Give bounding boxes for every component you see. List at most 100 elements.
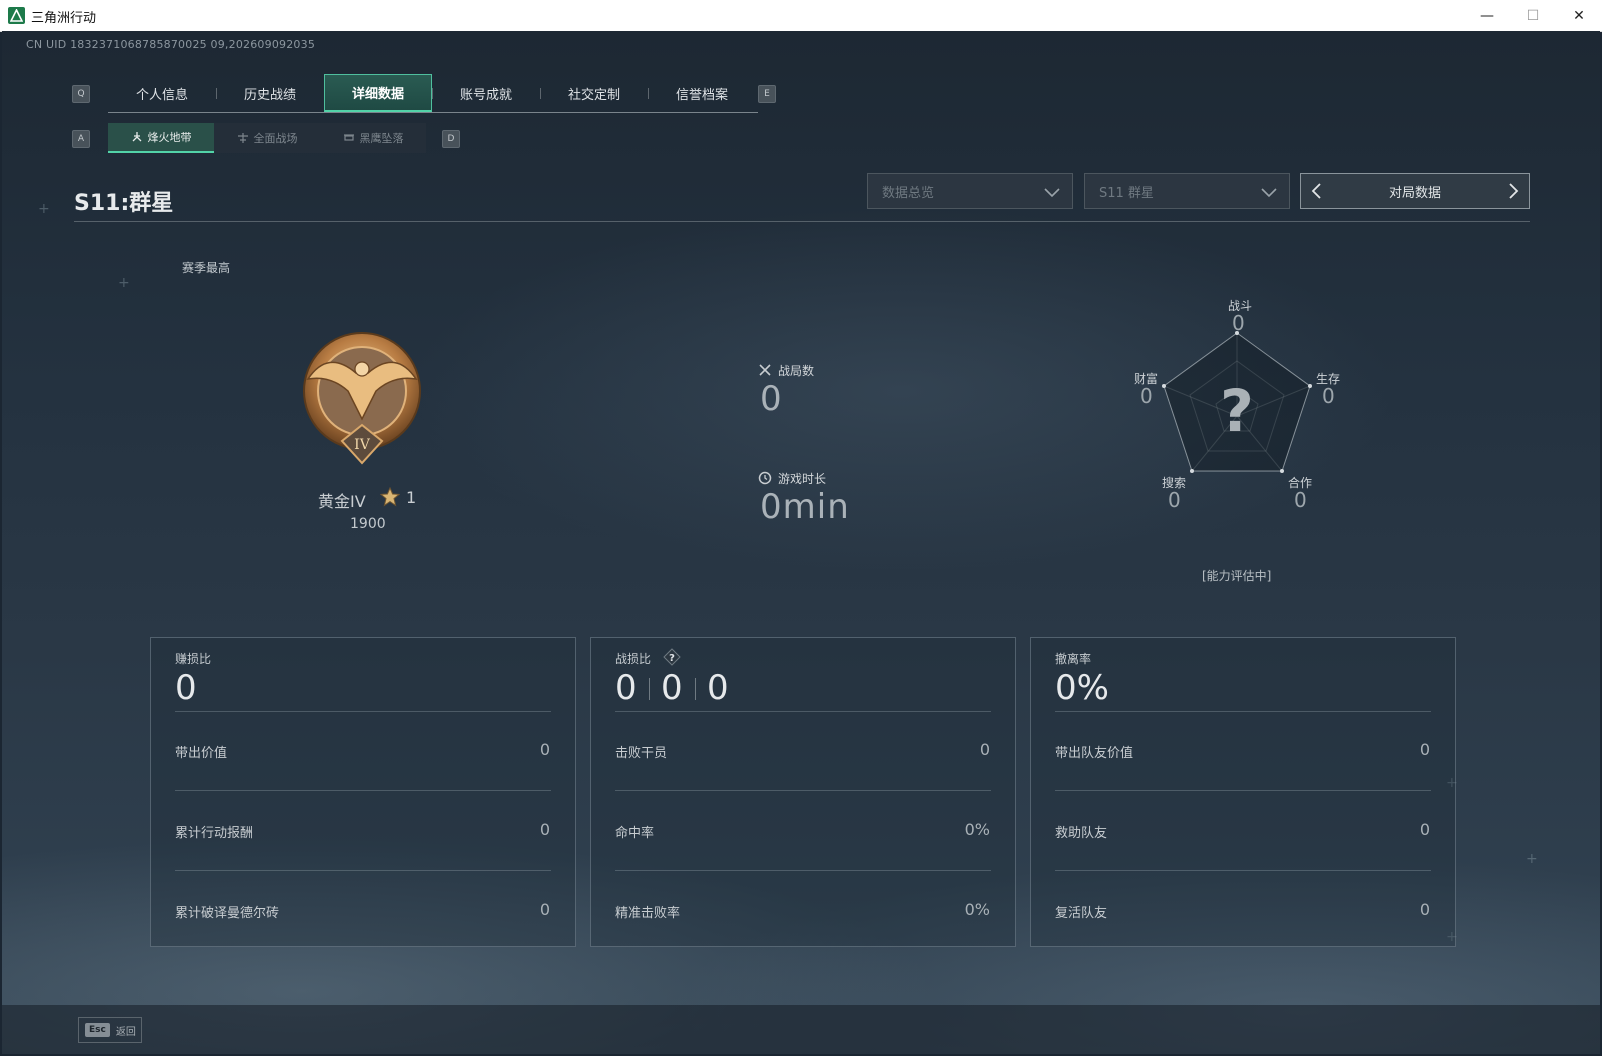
rank-name: 黄金IV	[318, 492, 366, 511]
radar-value-cooperation: 0	[1294, 488, 1307, 512]
deaths-value: 0	[661, 668, 683, 708]
divider	[175, 711, 551, 712]
assists-value: 0	[707, 668, 729, 708]
divider	[175, 790, 551, 791]
minimize-button[interactable]: —	[1464, 0, 1510, 31]
stat-value: 0%	[964, 900, 990, 919]
back-button[interactable]: Esc 返回	[78, 1017, 142, 1043]
decor-plus-icon: +	[38, 201, 50, 217]
decor-plus-icon: +	[118, 275, 130, 291]
divider	[74, 221, 1530, 222]
radar-value-wealth: 0	[1140, 384, 1153, 408]
ability-radar-chart: ?	[1162, 331, 1312, 473]
overview-dropdown-value: 数据总览	[882, 185, 935, 201]
rank-score: 1900	[350, 516, 386, 532]
help-icon[interactable]: ?	[663, 648, 681, 666]
card-main-value: 0	[175, 668, 197, 708]
kills-value: 0	[615, 668, 637, 708]
divider	[615, 790, 991, 791]
season-dropdown[interactable]: S11 群星	[1084, 173, 1290, 209]
card-title: 撤离率	[1055, 652, 1092, 666]
tab-hazard-zone-label: 烽火地带	[147, 131, 192, 144]
stat-value: 0	[1419, 900, 1430, 919]
stat-label: 击败干员	[615, 746, 668, 761]
stat-label: 救助队友	[1055, 826, 1108, 841]
tab-history[interactable]: 历史战绩	[216, 74, 324, 112]
app-logo-icon	[8, 7, 25, 24]
stat-value: 0	[539, 820, 550, 839]
battles-value: 0	[760, 379, 783, 419]
season-best-label: 赛季最高	[182, 261, 231, 275]
star-icon	[380, 487, 400, 507]
tab-black-hawk-down[interactable]: 黑鹰坠落	[320, 123, 426, 153]
svg-text:?: ?	[669, 653, 675, 664]
tab-detailed-data[interactable]: 详细数据	[324, 74, 432, 112]
radar-value-survival: 0	[1322, 384, 1335, 408]
player-uid: CN UID 1832371068785870025 09,2026090920…	[26, 38, 316, 51]
close-button[interactable]: ✕	[1556, 0, 1602, 31]
season-dropdown-value: S11 群星	[1099, 185, 1154, 201]
tab-hazard-zone[interactable]: 烽火地带	[108, 123, 214, 153]
radar-value-combat: 0	[1232, 311, 1245, 335]
stat-label: 累计破译曼德尔砖	[175, 906, 280, 921]
extraction-rate-card: 撤离率 0% 带出队友价值 0 救助队友 0 复活队友 0	[1030, 637, 1456, 947]
divider	[649, 678, 650, 700]
playtime-label: 游戏时长	[778, 472, 827, 486]
key-hint-prev-tab[interactable]: Q	[72, 85, 90, 103]
decor-plus-icon: +	[1526, 851, 1538, 867]
divider	[1055, 711, 1431, 712]
data-mode-value: 对局数据	[1388, 185, 1441, 201]
divider	[615, 870, 991, 871]
key-hint-prev-subtab[interactable]: A	[72, 130, 90, 148]
window-titlebar: 三角洲行动 — ☐ ✕	[0, 0, 1602, 32]
tab-credit-record[interactable]: 信誉档案	[648, 74, 756, 112]
playtime-value: 0min	[760, 487, 850, 527]
stat-label: 精准击败率	[615, 906, 681, 921]
overview-dropdown[interactable]: 数据总览	[867, 173, 1073, 209]
stat-label: 带出队友价值	[1055, 746, 1134, 761]
clock-icon	[758, 471, 772, 485]
profit-loss-card: 赚损比 0 带出价值 0 累计行动报酬 0 累计破译曼德尔砖 0	[150, 637, 576, 947]
divider	[1055, 870, 1431, 871]
season-title: S11:群星	[74, 191, 174, 216]
chevron-left-icon[interactable]	[1309, 181, 1325, 201]
key-hint-next-tab[interactable]: E	[758, 85, 776, 103]
stat-value: 0%	[964, 820, 990, 839]
crossed-swords-icon	[759, 364, 771, 376]
battles-label: 战局数	[778, 364, 815, 378]
mode-tab-bar: 烽火地带 全面战场 黑鹰坠落	[108, 123, 426, 153]
tab-warfare-label: 全面战场	[253, 132, 298, 145]
radar-value-search: 0	[1168, 488, 1181, 512]
key-hint-next-subtab[interactable]: D	[442, 130, 460, 148]
stat-value: 0	[539, 740, 550, 759]
rank-tier-numeral: IV	[354, 437, 371, 453]
stat-value: 0	[979, 740, 990, 759]
card-main-value: 0%	[1055, 668, 1109, 708]
chevron-down-icon	[1261, 188, 1277, 198]
radar-unknown-mark: ?	[1220, 377, 1254, 445]
tab-warfare[interactable]: 全面战场	[214, 123, 320, 153]
data-mode-selector: 对局数据	[1300, 173, 1530, 209]
stat-label: 累计行动报酬	[175, 826, 254, 841]
warfare-icon	[237, 133, 248, 143]
card-title: 赚损比	[175, 652, 212, 666]
chevron-right-icon[interactable]	[1505, 181, 1521, 201]
window-title: 三角洲行动	[31, 11, 97, 26]
stat-value: 0	[1419, 820, 1430, 839]
tab-social-custom[interactable]: 社交定制	[540, 74, 648, 112]
kill-death-card: 战损比 ? 0 0 0 击败干员 0 命中率 0% 精准击败率 0%	[590, 637, 1016, 947]
divider	[695, 678, 696, 700]
helicopter-icon	[343, 134, 354, 141]
divider	[615, 711, 991, 712]
chevron-down-icon	[1044, 188, 1060, 198]
stat-label: 带出价值	[175, 746, 228, 761]
rank-star-count: 1	[406, 488, 417, 507]
stat-value: 0	[1419, 740, 1430, 759]
maximize-button[interactable]: ☐	[1510, 0, 1556, 31]
tab-achievements[interactable]: 账号成就	[432, 74, 540, 112]
stat-label: 命中率	[615, 826, 655, 841]
tab-personal-info[interactable]: 个人信息	[108, 74, 216, 112]
divider	[1055, 790, 1431, 791]
main-tab-bar: 个人信息 历史战绩 详细数据 账号成就 社交定制 信誉档案	[108, 74, 758, 113]
gold-rank-medal-icon: IV	[303, 332, 421, 465]
